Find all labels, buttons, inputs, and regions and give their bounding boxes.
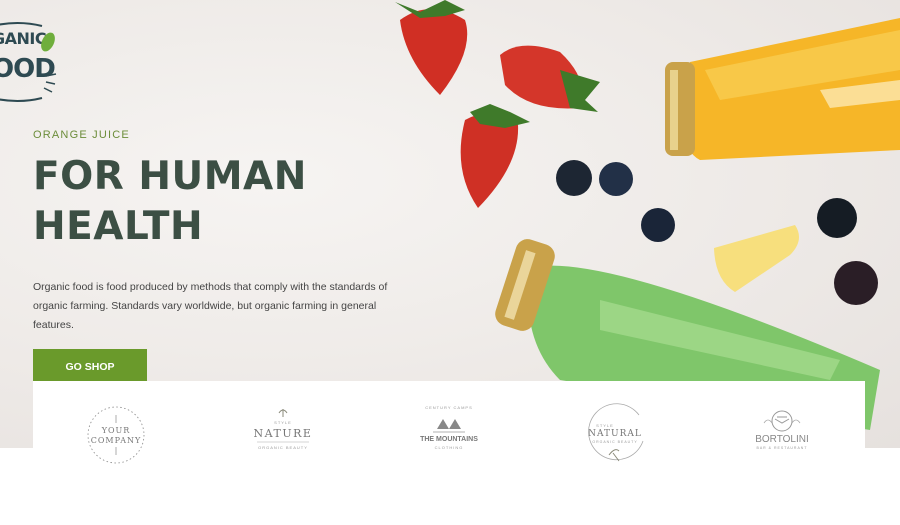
blueberry	[834, 261, 878, 305]
hero-headline: FOR HUMAN HEALTH	[33, 154, 307, 249]
brand-logo-text: CLOTHING	[435, 445, 464, 450]
brand-logo-bortolini[interactable]: BORTOLINI BAR & RESTAURANT	[722, 395, 842, 475]
hero-eyebrow: ORANGE JUICE	[33, 129, 130, 141]
strawberry	[500, 45, 600, 112]
bow-icon	[774, 416, 789, 424]
brand-logo-your-company[interactable]: YOUR COMPANY	[56, 395, 176, 475]
hero-description: Organic food is food produced by methods…	[33, 281, 388, 331]
leaf-icon	[278, 409, 287, 417]
blueberry	[817, 198, 857, 238]
brand-logo-text: NATURE	[253, 427, 312, 440]
brand-logo-text: ORGANIC BEAUTY	[258, 445, 308, 450]
blueberry	[556, 160, 592, 196]
orange-juice-bottle	[665, 18, 900, 160]
brand-logo-text: ORGANIC BEAUTY	[593, 440, 638, 444]
brand-logo-text: NATURAL	[588, 429, 642, 439]
brand-logo-the-mountains[interactable]: CENTURY CAMPS THE MOUNTAINS CLOTHING	[389, 395, 509, 475]
brand-logo-text: BORTOLINI	[755, 434, 809, 445]
brand-logo-nature[interactable]: STYLE NATURE ORGANIC BEAUTY	[223, 395, 343, 475]
brand-logo-text: COMPANY	[91, 436, 142, 445]
go-shop-button[interactable]: GO SHOP	[33, 349, 147, 385]
lemon-slice	[714, 225, 799, 292]
brand-logo-text: BAR & RESTAURANT	[756, 446, 807, 450]
brand-logo-natural[interactable]: STYLE NATURAL ORGANIC BEAUTY	[555, 395, 675, 475]
brand-logo-text: STYLE	[274, 420, 292, 425]
blueberry	[641, 208, 675, 242]
brand-logo-text: CENTURY CAMPS	[425, 405, 473, 410]
mountain-icon	[436, 419, 461, 429]
blueberry	[599, 162, 633, 196]
brand-logo-text: YOUR	[101, 426, 131, 435]
brand-logo-text: THE MOUNTAINS	[420, 436, 478, 443]
brand-logos-strip: YOUR COMPANY STYLE NATURE ORGANIC BEAUTY…	[33, 381, 865, 525]
strawberry	[395, 0, 468, 95]
organic-food-logo[interactable]: GANIC OOD	[0, 14, 62, 102]
leaf-icon	[0, 22, 57, 102]
brand-logo-text: STYLE	[597, 423, 615, 428]
strawberry	[460, 104, 530, 208]
